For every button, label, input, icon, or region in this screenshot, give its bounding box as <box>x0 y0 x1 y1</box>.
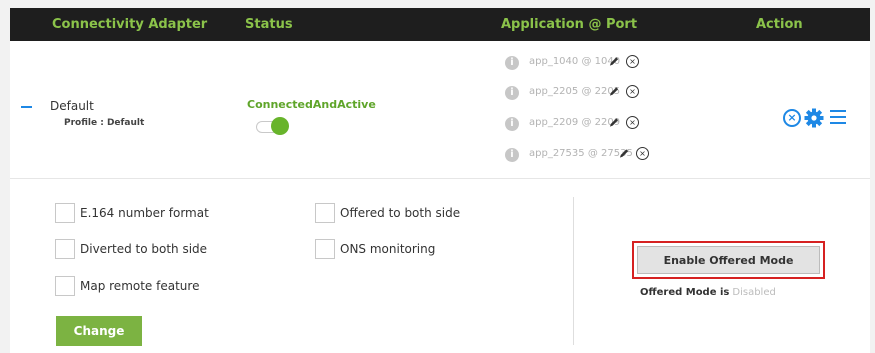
remove-icon[interactable]: × <box>636 147 649 160</box>
highlight-box: Enable Offered Mode <box>632 241 825 279</box>
pencil-icon[interactable] <box>609 116 620 128</box>
diverted-checkbox[interactable] <box>55 239 75 259</box>
app-port-label: app_27535 @ 27535 <box>529 148 633 159</box>
change-button[interactable]: Change <box>56 316 142 346</box>
menu-icon[interactable] <box>830 110 846 124</box>
header-connectivity-adapter: Connectivity Adapter <box>52 17 208 32</box>
gear-icon[interactable] <box>804 108 824 128</box>
pencil-icon[interactable] <box>609 85 620 97</box>
enable-offered-mode-button[interactable]: Enable Offered Mode <box>637 246 820 274</box>
adapter-name: Default <box>50 99 94 113</box>
remove-icon[interactable]: × <box>626 85 639 98</box>
offered-mode-status-label: Offered Mode is <box>640 287 730 298</box>
table-header: Connectivity Adapter Status Application … <box>10 8 870 41</box>
page-background: Connectivity Adapter Status Application … <box>0 0 875 353</box>
offered-both-label: Offered to both side <box>340 206 461 220</box>
remove-icon[interactable]: × <box>626 116 639 129</box>
collapse-row-icon[interactable] <box>21 106 32 108</box>
diverted-label: Diverted to both side <box>80 242 208 256</box>
pencil-icon[interactable] <box>619 147 630 159</box>
map-remote-label: Map remote feature <box>80 279 200 293</box>
table-row: Default Profile : Default ConnectedAndAc… <box>10 41 870 179</box>
app-port-label: app_1040 @ 1040 <box>529 56 621 67</box>
e164-label: E.164 number format <box>80 206 209 220</box>
section-divider <box>573 197 574 345</box>
app-port-label: app_2209 @ 2209 <box>529 117 621 128</box>
ons-label: ONS monitoring <box>340 242 436 256</box>
info-icon[interactable]: i <box>505 56 519 70</box>
header-action: Action <box>756 17 803 32</box>
offered-mode-status-value: Disabled <box>732 287 776 298</box>
map-remote-checkbox[interactable] <box>55 276 75 296</box>
status-toggle[interactable] <box>256 117 292 135</box>
app-port-label: app_2205 @ 2205 <box>529 86 621 97</box>
e164-checkbox[interactable] <box>55 203 75 223</box>
offered-both-checkbox[interactable] <box>315 203 335 223</box>
pencil-icon[interactable] <box>609 55 620 67</box>
adapter-panel: Connectivity Adapter Status Application … <box>10 8 870 353</box>
remove-icon[interactable]: × <box>626 55 639 68</box>
options-section: E.164 number format Diverted to both sid… <box>10 179 870 353</box>
ons-checkbox[interactable] <box>315 239 335 259</box>
header-status: Status <box>245 17 293 32</box>
header-application-port: Application @ Port <box>501 17 638 32</box>
offered-mode-status: Offered Mode is Disabled <box>640 287 776 298</box>
close-circle-icon[interactable]: × <box>783 109 801 127</box>
adapter-profile: Profile : Default <box>64 118 145 128</box>
status-text: ConnectedAndActive <box>247 98 376 111</box>
toggle-knob <box>271 117 289 135</box>
info-icon[interactable]: i <box>505 117 519 131</box>
info-icon[interactable]: i <box>505 86 519 100</box>
info-icon[interactable]: i <box>505 148 519 162</box>
